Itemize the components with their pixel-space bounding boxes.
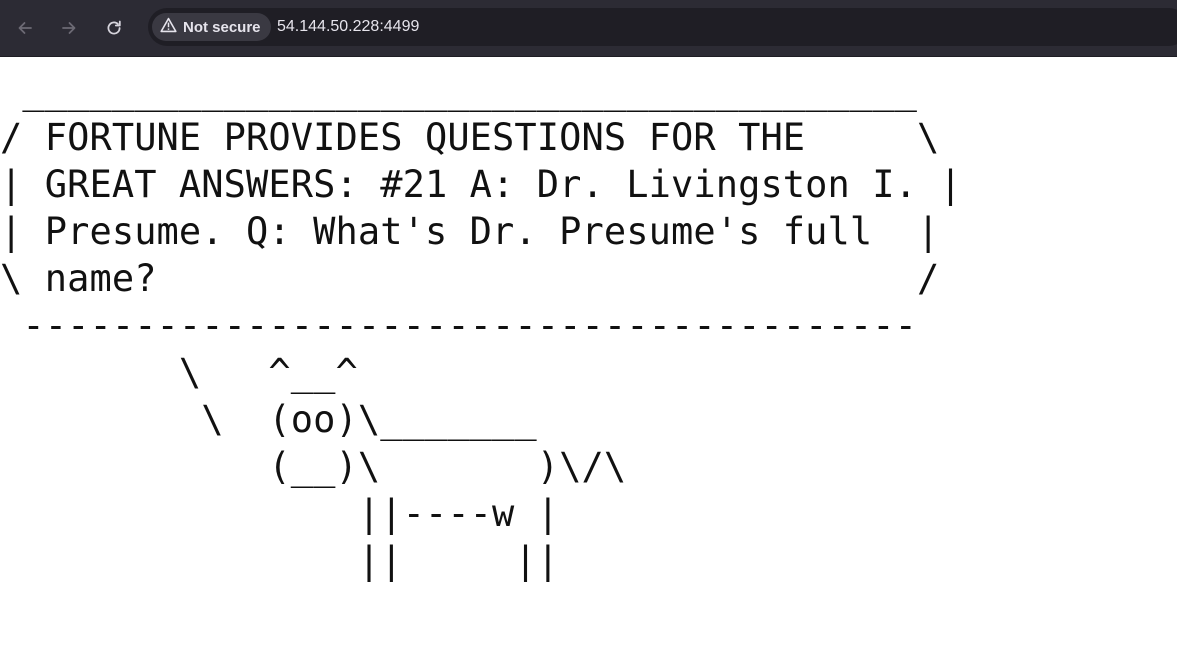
cowsay-output: ________________________________________… (0, 69, 962, 582)
url-text[interactable]: 54.144.50.228:4499 (277, 18, 419, 36)
reload-icon (105, 19, 123, 37)
address-bar[interactable]: Not secure 54.144.50.228:4499 (148, 8, 1177, 46)
forward-button[interactable] (55, 14, 83, 42)
back-button[interactable] (11, 14, 39, 42)
arrow-right-icon (60, 19, 78, 37)
arrow-left-icon (16, 19, 34, 37)
page-content: ________________________________________… (0, 57, 1177, 662)
warning-triangle-icon (160, 17, 177, 38)
reload-button[interactable] (100, 14, 128, 42)
security-indicator[interactable]: Not secure (152, 13, 271, 41)
security-label: Not secure (183, 18, 261, 36)
browser-toolbar: Not secure 54.144.50.228:4499 (0, 0, 1177, 57)
